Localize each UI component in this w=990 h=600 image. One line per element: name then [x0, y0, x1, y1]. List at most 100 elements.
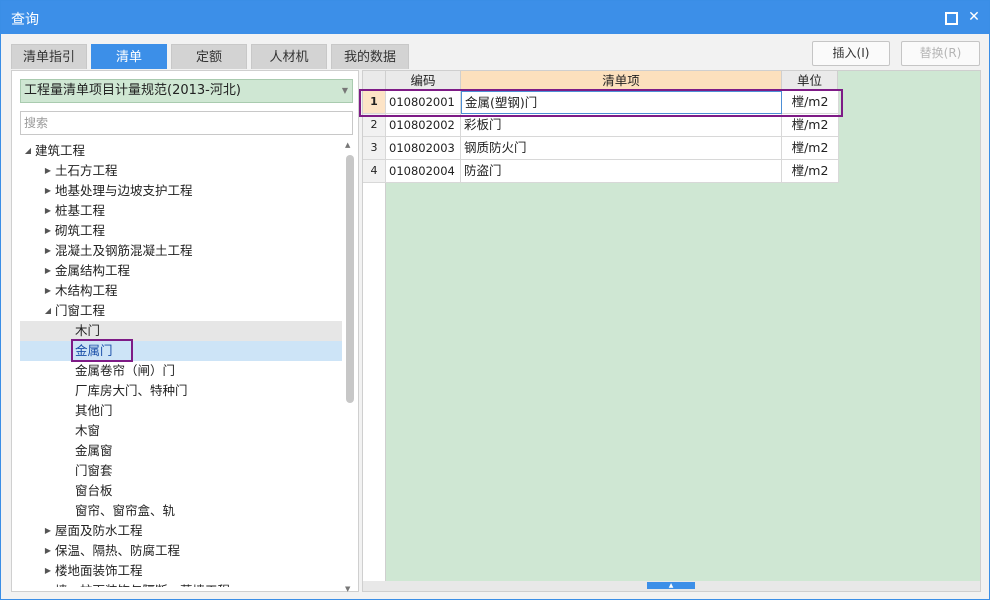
row-number[interactable]: 2 — [363, 114, 386, 137]
grid-header: 编码 清单项 单位 — [363, 71, 839, 91]
window-title: 查询 — [11, 12, 39, 28]
tree-item-label: 保温、隔热、防腐工程 — [55, 543, 181, 558]
tree-item-label: 楼地面装饰工程 — [55, 563, 143, 578]
tree-item[interactable]: ▶ 楼地面装饰工程 — [20, 561, 342, 581]
cell-code[interactable]: 010802004 — [386, 160, 461, 183]
tree-item[interactable]: 窗台板 — [20, 481, 342, 501]
tree-scrollbar[interactable]: ▲ ▼ — [345, 141, 354, 593]
tree-item[interactable]: 木窗 — [20, 421, 342, 441]
tree-item[interactable]: 其他门 — [20, 401, 342, 421]
tree-item-label: 木结构工程 — [55, 283, 118, 298]
left-pane: 工程量清单项目计量规范(2013-河北) ▼ ◢建筑工程▶土石方工程▶地基处理与… — [11, 70, 359, 593]
cell-unit[interactable]: 樘/m2 — [782, 137, 839, 160]
tree-item[interactable]: ◢ 建筑工程 — [20, 141, 342, 161]
tree-item-label: 桩基工程 — [55, 203, 106, 218]
tree-item-label: 金属结构工程 — [55, 263, 131, 278]
tree-item-label: 其他门 — [75, 403, 113, 418]
expand-icon[interactable]: ▶ — [43, 581, 53, 587]
tree-item[interactable]: ▶ 土石方工程 — [20, 161, 342, 181]
tree-item[interactable]: 金属卷帘（闸）门 — [20, 361, 342, 381]
tree-item[interactable]: 金属窗 — [20, 441, 342, 461]
chevron-down-icon: ▼ — [341, 86, 348, 95]
tree-item-label: 木门 — [75, 323, 101, 338]
expand-icon[interactable]: ▶ — [43, 561, 53, 581]
expand-icon[interactable]: ▶ — [43, 521, 53, 541]
expand-icon[interactable]: ▶ — [43, 161, 53, 181]
header-item[interactable]: 清单项 — [461, 71, 782, 91]
table-row[interactable]: 4 010802004 防盗门 樘/m2 — [363, 160, 839, 183]
replace-button[interactable]: 替换(R) — [901, 41, 980, 66]
tree-item-label: 窗帘、窗帘盒、轨 — [75, 503, 176, 518]
tree-item[interactable]: ▶墙、柱面装饰与隔断、幕墙工程 — [20, 581, 342, 587]
tree-item[interactable]: ▶ 金属结构工程 — [20, 261, 342, 281]
tree-item[interactable]: ◢ 门窗工程 — [20, 301, 342, 321]
tree-item[interactable]: ▶ 砌筑工程 — [20, 221, 342, 241]
table-row[interactable]: 2 010802002 彩板门 樘/m2 — [363, 114, 839, 137]
row-number[interactable]: 4 — [363, 160, 386, 183]
expand-icon[interactable]: ▶ — [43, 281, 53, 301]
expand-icon[interactable]: ▶ — [43, 221, 53, 241]
expand-icon[interactable]: ▶ — [43, 201, 53, 221]
cell-unit[interactable]: 樘/m2 — [782, 160, 839, 183]
scroll-up-icon[interactable]: ▲ — [345, 141, 350, 149]
expand-icon[interactable]: ▶ — [43, 241, 53, 261]
tree-item-label: 窗台板 — [75, 483, 113, 498]
search-input[interactable] — [20, 111, 353, 135]
tree-item-label: 厂库房大门、特种门 — [75, 383, 188, 398]
collapse-icon[interactable]: ◢ — [23, 141, 33, 161]
cell-item-name[interactable]: 防盗门 — [461, 160, 782, 183]
header-unit[interactable]: 单位 — [782, 71, 838, 91]
tree-item-label: 门窗套 — [75, 463, 113, 478]
cell-code[interactable]: 010802003 — [386, 137, 461, 160]
row-number[interactable]: 3 — [363, 137, 386, 160]
scroll-down-icon[interactable]: ▼ — [345, 585, 350, 593]
tree-item-label: 门窗工程 — [55, 303, 106, 318]
expand-icon[interactable]: ▶ — [43, 261, 53, 281]
header-corner — [363, 71, 386, 91]
spec-select-value: 工程量清单项目计量规范(2013-河北) — [24, 83, 241, 98]
tree-item-label: 地基处理与边坡支护工程 — [55, 183, 193, 198]
tree-item[interactable]: 金属门 — [20, 341, 342, 361]
tree-item-label: 屋面及防水工程 — [55, 523, 143, 538]
list-grid: 编码 清单项 单位 1 010802001 金属(塑钢)门 樘/m2 2 01080200… — [362, 70, 981, 592]
tree-item-label: 建筑工程 — [35, 143, 86, 158]
cell-unit[interactable]: 樘/m2 — [782, 114, 839, 137]
tab-quota[interactable]: 定额 — [171, 44, 247, 69]
spec-select[interactable]: 工程量清单项目计量规范(2013-河北) ▼ — [20, 79, 353, 103]
expand-icon[interactable]: ▶ — [43, 181, 53, 201]
tree-item[interactable]: 门窗套 — [20, 461, 342, 481]
tree-item-label: 木窗 — [75, 423, 101, 438]
horizontal-scrollbar[interactable]: ▲ — [363, 581, 980, 591]
tree-item-label: 土石方工程 — [55, 163, 118, 178]
highlight-box-tree — [71, 339, 133, 362]
expand-icon[interactable]: ▶ — [43, 541, 53, 561]
tree-item[interactable]: 窗帘、窗帘盒、轨 — [20, 501, 342, 521]
cell-code[interactable]: 010802002 — [386, 114, 461, 137]
tree-item[interactable]: ▶ 保温、隔热、防腐工程 — [20, 541, 342, 561]
highlight-box-row — [359, 89, 843, 117]
close-icon[interactable]: ✕ — [965, 8, 983, 26]
tree-item-label: 混凝土及钢筋混凝土工程 — [55, 243, 193, 258]
tree-item[interactable]: ▶ 桩基工程 — [20, 201, 342, 221]
tree-item[interactable]: ▶ 地基处理与边坡支护工程 — [20, 181, 342, 201]
insert-button[interactable]: 插入(I) — [812, 41, 890, 66]
tree-item[interactable]: 木门 — [20, 321, 342, 341]
tab-my-data[interactable]: 我的数据 — [331, 44, 409, 69]
tree-item[interactable]: ▶ 混凝土及钢筋混凝土工程 — [20, 241, 342, 261]
collapse-icon[interactable]: ◢ — [43, 301, 53, 321]
tab-materials[interactable]: 人材机 — [251, 44, 327, 69]
tree-item[interactable]: ▶ 屋面及防水工程 — [20, 521, 342, 541]
maximize-icon[interactable] — [941, 8, 959, 26]
cell-item-name[interactable]: 彩板门 — [461, 114, 782, 137]
header-code[interactable]: 编码 — [386, 71, 461, 91]
tab-list[interactable]: 清单 — [91, 44, 167, 69]
query-window: 查询 ✕ 清单指引 清单 定额 人材机 我的数据 插入(I) 替换(R) 工程量… — [0, 0, 990, 600]
tree-item[interactable]: ▶ 木结构工程 — [20, 281, 342, 301]
tree-item-label: 金属卷帘（闸）门 — [75, 363, 176, 378]
collapse-handle-icon[interactable]: ▲ — [647, 582, 695, 589]
table-row[interactable]: 3 010802003 钢质防火门 樘/m2 — [363, 137, 839, 160]
tab-guide[interactable]: 清单指引 — [11, 44, 87, 69]
cell-item-name[interactable]: 钢质防火门 — [461, 137, 782, 160]
tree-item[interactable]: 厂库房大门、特种门 — [20, 381, 342, 401]
scroll-thumb[interactable] — [346, 155, 354, 403]
